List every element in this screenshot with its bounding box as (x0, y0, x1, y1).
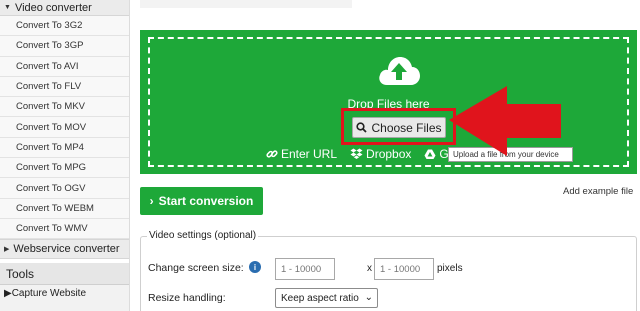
sidebar-item-webm[interactable]: Convert To WEBM (0, 198, 129, 219)
video-converter-list: Convert To 3G2 Convert To 3GP Convert To… (0, 16, 129, 240)
width-input[interactable] (275, 258, 335, 280)
enter-url-label: Enter URL (281, 147, 338, 161)
height-input[interactable] (374, 258, 434, 280)
choose-files-label: Choose Files (371, 120, 442, 135)
resize-handling-select[interactable]: Keep aspect ratio ⌄ (275, 288, 378, 308)
add-example-file-link[interactable]: Add example file (563, 186, 633, 197)
dropbox-icon (350, 148, 363, 159)
dropbox-link[interactable]: Dropbox (350, 147, 411, 161)
upload-source-links: Enter URL Dropbox G (266, 145, 462, 163)
sidebar-item-mkv[interactable]: Convert To MKV (0, 97, 129, 118)
pixels-unit-label: pixels (437, 263, 463, 274)
choose-files-button[interactable]: Choose Files (352, 117, 446, 138)
sidebar-item-3gp[interactable]: Convert To 3GP (0, 36, 129, 57)
search-icon (356, 122, 368, 133)
caret-right-icon: ▶ (4, 287, 12, 299)
google-drive-icon (424, 149, 436, 159)
webservice-converter-label: Webservice converter (13, 243, 120, 256)
sidebar-item-3g2[interactable]: Convert To 3G2 (0, 16, 129, 37)
resize-handling-label: Resize handling: (148, 292, 226, 304)
cloud-upload-icon (379, 57, 420, 85)
video-converter-label: Video converter (14, 1, 92, 14)
sidebar-item-mpg[interactable]: Convert To MPG (0, 158, 129, 179)
chevron-right-icon: › (149, 194, 154, 208)
top-panel-stub (140, 0, 352, 8)
change-screen-size-label: Change screen size: (148, 262, 244, 274)
sidebar: ▼ Video converter Convert To 3G2 Convert… (0, 0, 130, 311)
sidebar-item-flv[interactable]: Convert To FLV (0, 76, 129, 98)
start-conversion-button[interactable]: › Start conversion (140, 187, 263, 215)
video-settings-fieldset: Video settings (optional) Change screen … (140, 230, 637, 311)
sidebar-item-ogv[interactable]: Convert To OGV (0, 178, 129, 199)
google-drive-link[interactable]: G (424, 147, 449, 161)
capture-website-label: Capture Website (11, 287, 86, 299)
video-converter-heading[interactable]: ▼ Video converter (0, 0, 129, 16)
enter-url-link[interactable]: Enter URL (266, 147, 337, 161)
red-arrow-annotation (449, 86, 561, 156)
start-conversion-label: Start conversion (158, 194, 254, 208)
info-icon[interactable]: i (249, 261, 261, 273)
caret-down-icon: ▼ (4, 4, 11, 11)
sidebar-item-avi[interactable]: Convert To AVI (0, 56, 129, 77)
caret-right-icon: ▶ (4, 246, 10, 254)
webservice-converter-heading[interactable]: ▶ Webservice converter (0, 239, 129, 260)
size-separator: x (367, 263, 372, 274)
sidebar-item-mp4[interactable]: Convert To MP4 (0, 137, 129, 159)
sidebar-item-mov[interactable]: Convert To MOV (0, 117, 129, 138)
chevron-down-icon: ⌄ (364, 292, 373, 303)
resize-handling-value: Keep aspect ratio (281, 292, 359, 304)
link-icon (266, 150, 278, 158)
capture-website-heading[interactable]: ▶ Capture Website (0, 285, 129, 302)
video-settings-legend: Video settings (optional) (147, 230, 259, 241)
tools-heading: Tools (0, 263, 129, 286)
dropbox-label: Dropbox (366, 147, 412, 161)
sidebar-item-wmv[interactable]: Convert To WMV (0, 218, 129, 240)
